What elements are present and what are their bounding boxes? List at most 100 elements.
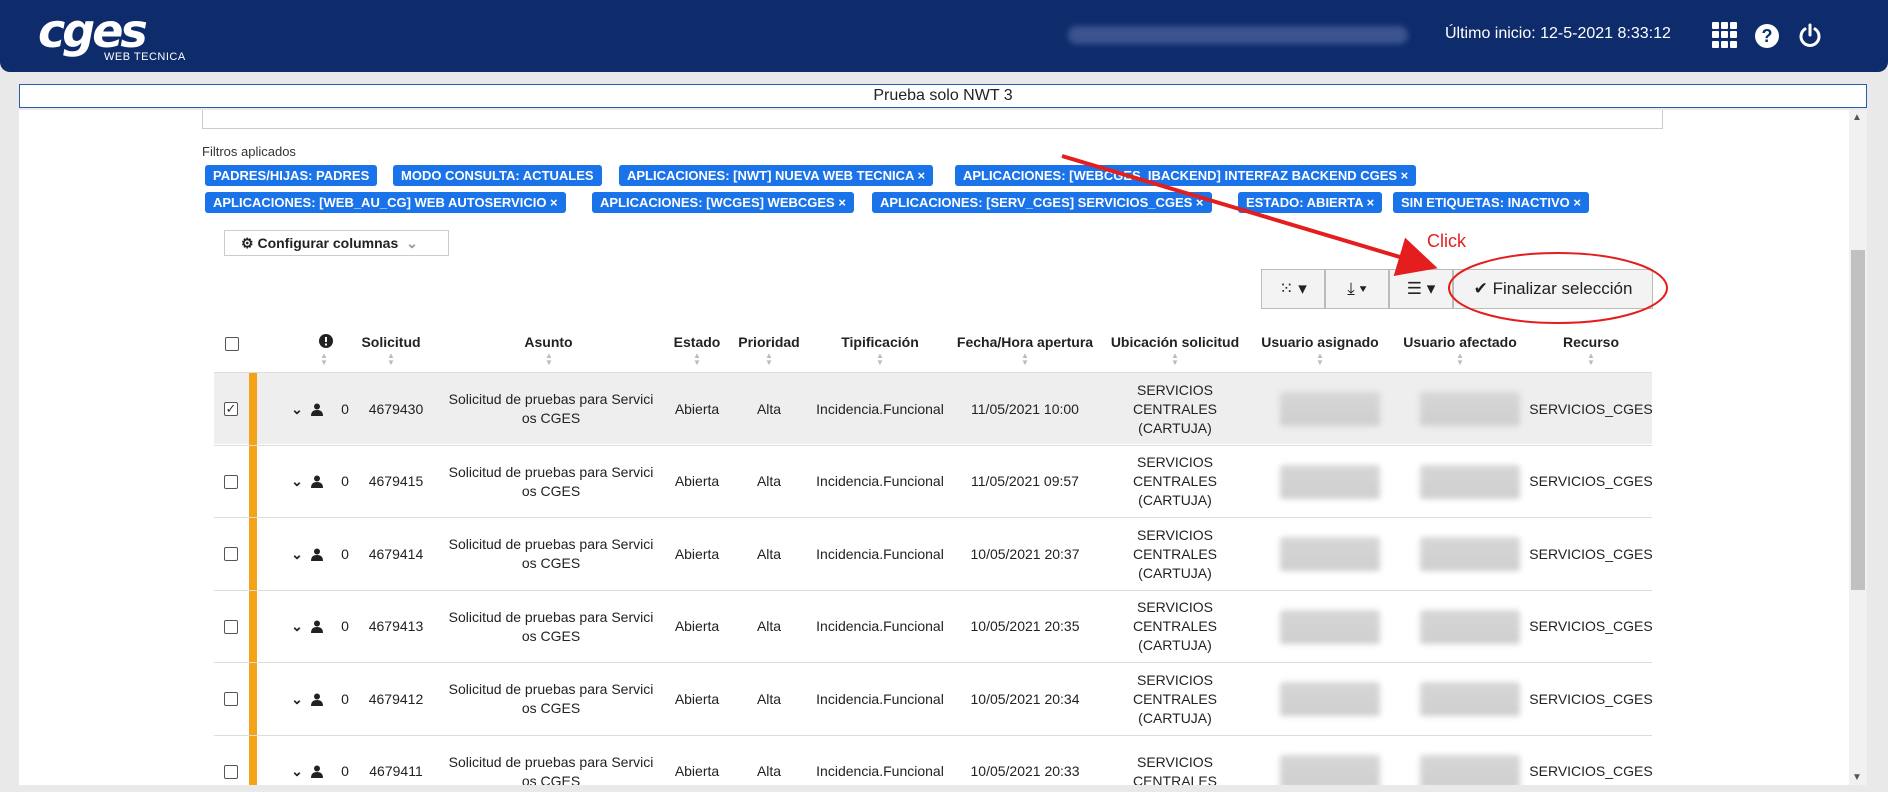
column-header-usuario-afectado[interactable]: Usuario afectado	[1390, 334, 1530, 350]
filter-tag[interactable]: APLICACIONES: [WEB_AU_CG] WEB AUTOSERVIC…	[205, 192, 566, 213]
cell-usuario-asignado	[1270, 663, 1390, 735]
table-row[interactable]: ⌄ 0 4679414 Solicitud de pruebas para Servi…	[214, 517, 1653, 590]
priority-bar	[249, 445, 257, 518]
column-header-estado[interactable]: Estado	[666, 334, 728, 350]
table-row[interactable]: ⌄ 0 4679412 Solicitud de pruebas para Servi…	[214, 662, 1653, 735]
cell-id: 4679414	[368, 545, 424, 562]
download-button[interactable]: ⤓ ▾	[1325, 269, 1389, 309]
help-icon[interactable]: ?	[1755, 24, 1779, 48]
sort-icon[interactable]: ▲ ▼	[1586, 352, 1596, 367]
cell-fecha: 10/05/2021 20:34	[970, 690, 1080, 707]
sort-icon[interactable]: ▲ ▼	[544, 352, 554, 367]
filter-tag[interactable]: APLICACIONES: [WCGES] WEBCGES ×	[592, 192, 854, 213]
cell-usuario-afectado	[1410, 736, 1530, 785]
user-icon[interactable]	[308, 446, 326, 518]
cell-tipificacion: Incidencia.Funcional	[816, 690, 944, 707]
scrollbar-thumb[interactable]	[1851, 250, 1865, 590]
apps-grid-icon[interactable]	[1712, 22, 1738, 48]
cell-tipificacion: Incidencia.Funcional	[816, 545, 944, 562]
expand-chevron-icon[interactable]: ⌄	[288, 518, 306, 590]
expand-chevron-icon[interactable]: ⌄	[288, 663, 306, 735]
cell-usuario-afectado	[1410, 663, 1530, 735]
row-checkbox[interactable]	[224, 764, 238, 779]
row-checkbox[interactable]	[224, 547, 238, 561]
sort-icon[interactable]: ▲ ▼	[1455, 352, 1465, 367]
search-panel-bottom	[202, 110, 1663, 129]
table-row[interactable]: ✓ ⌄ 0 4679430 Solicitud de pruebas para Serv…	[214, 372, 1653, 445]
column-header-tipificacion[interactable]: Tipificación	[810, 334, 950, 350]
sort-icon[interactable]: ▲ ▼	[1315, 352, 1325, 367]
filter-tag[interactable]: APLICACIONES: [NWT] NUEVA WEB TECNICA ×	[619, 165, 934, 186]
column-header-fecha[interactable]: Fecha/Hora apertura	[950, 334, 1100, 350]
cell-fecha: 11/05/2021 09:57	[971, 473, 1079, 489]
checklist-icon: ☰	[1406, 279, 1422, 298]
row-checkbox[interactable]	[224, 692, 238, 706]
logo-subtitle: WEB TECNICA	[104, 51, 186, 63]
cell-count: 0	[341, 618, 349, 634]
row-checkbox[interactable]	[224, 474, 238, 489]
expand-chevron-icon[interactable]: ⌄	[288, 591, 306, 663]
column-header-prioridad[interactable]: Prioridad	[728, 334, 810, 350]
priority-bar	[249, 373, 257, 445]
expand-chevron-icon[interactable]: ⌄	[288, 736, 306, 786]
sort-icon[interactable]: ▲ ▼	[319, 352, 329, 367]
filter-tag[interactable]: SIN ETIQUETAS: INACTIVO ×	[1393, 192, 1589, 213]
sort-icon[interactable]: ▲ ▼	[1170, 352, 1180, 367]
alert-column-icon	[319, 334, 333, 351]
sort-icon[interactable]: ▲ ▼	[764, 352, 774, 367]
table-row[interactable]: ⌄ 0 4679411 Solicitud de pruebas para Servi…	[214, 734, 1653, 786]
expand-chevron-icon[interactable]: ⌄	[288, 446, 306, 518]
cell-usuario-asignado	[1270, 518, 1390, 590]
filter-tag[interactable]: APLICACIONES: [SERV_CGES] SERVICIOS_CGES…	[872, 192, 1212, 213]
cell-recurso: SERVICIOS_CGES	[1529, 400, 1653, 417]
column-header-asunto[interactable]: Asunto	[431, 334, 666, 350]
column-header-usuario-asignado[interactable]: Usuario asignado	[1250, 334, 1390, 350]
cell-tipificacion: Incidencia.Funcional	[816, 618, 944, 634]
user-icon[interactable]	[308, 663, 326, 735]
user-icon[interactable]	[308, 736, 326, 786]
cell-fecha: 10/05/2021 20:33	[970, 763, 1080, 779]
cges-logo[interactable]: cges WEB TECNICA	[38, 4, 185, 63]
cell-ubicacion: SERVICIOS CENTRALES (CARTUJA)	[1132, 381, 1218, 436]
cell-id: 4679412	[368, 690, 424, 707]
user-icon[interactable]	[308, 373, 326, 445]
select-mode-button[interactable]: ☰ ▾	[1389, 269, 1453, 309]
sort-icon[interactable]: ▲ ▼	[692, 352, 702, 367]
cell-count: 0	[341, 690, 349, 707]
row-checkbox[interactable]	[224, 619, 238, 634]
power-icon[interactable]	[1797, 23, 1823, 49]
filter-tag[interactable]: ESTADO: ABIERTA ×	[1238, 192, 1383, 213]
column-header-ubicacion[interactable]: Ubicación solicitud	[1100, 334, 1250, 350]
view-mode-button[interactable]: ⁙ ▾	[1261, 269, 1325, 309]
finish-selection-button[interactable]: ✔ Finalizar selección	[1453, 269, 1653, 309]
cell-estado: Abierta	[674, 618, 720, 634]
select-all-checkbox[interactable]	[225, 337, 239, 351]
sort-icon[interactable]: ▲ ▼	[386, 352, 396, 367]
column-header-recurso[interactable]: Recurso	[1530, 334, 1652, 350]
cell-prioridad: Alta	[756, 400, 782, 417]
user-icon[interactable]	[308, 591, 326, 663]
cell-id: 4679415	[368, 473, 424, 489]
cell-count: 0	[341, 545, 349, 562]
configure-columns-button[interactable]: ⚙ Configurar columnas ⌄	[224, 230, 449, 256]
cell-ubicacion: SERVICIOS CENTRALES (CARTUJA)	[1132, 671, 1218, 726]
expand-chevron-icon[interactable]: ⌄	[288, 373, 306, 445]
cell-prioridad: Alta	[756, 690, 782, 707]
user-icon[interactable]	[308, 518, 326, 590]
column-header-solicitud[interactable]: Solicitud	[351, 334, 431, 350]
scroll-up-icon[interactable]: ▲	[1852, 112, 1862, 123]
table-row[interactable]: ⌄ 0 4679415 Solicitud de pruebas para Servi…	[214, 444, 1653, 518]
cell-recurso: SERVICIOS_CGES	[1529, 690, 1653, 707]
sort-icon[interactable]: ▲ ▼	[1020, 352, 1030, 367]
cell-recurso: SERVICIOS_CGES	[1529, 763, 1653, 779]
row-checkbox[interactable]: ✓	[224, 402, 238, 416]
table-row[interactable]: ⌄ 0 4679413 Solicitud de pruebas para Servi…	[214, 589, 1653, 663]
cell-estado: Abierta	[674, 400, 720, 417]
cell-ubicacion: SERVICIOS CENTRALES (CARTUJA)	[1132, 599, 1218, 653]
scroll-down-icon[interactable]: ▼	[1852, 772, 1862, 783]
sort-icon[interactable]: ▲ ▼	[875, 352, 885, 367]
filter-tag[interactable]: APLICACIONES: [WEBCGES_IBACKEND] INTERFA…	[955, 165, 1417, 186]
logo-text: cges	[38, 4, 148, 58]
cell-count: 0	[341, 400, 349, 417]
vertical-scrollbar[interactable]: ▲ ▼	[1849, 110, 1867, 785]
